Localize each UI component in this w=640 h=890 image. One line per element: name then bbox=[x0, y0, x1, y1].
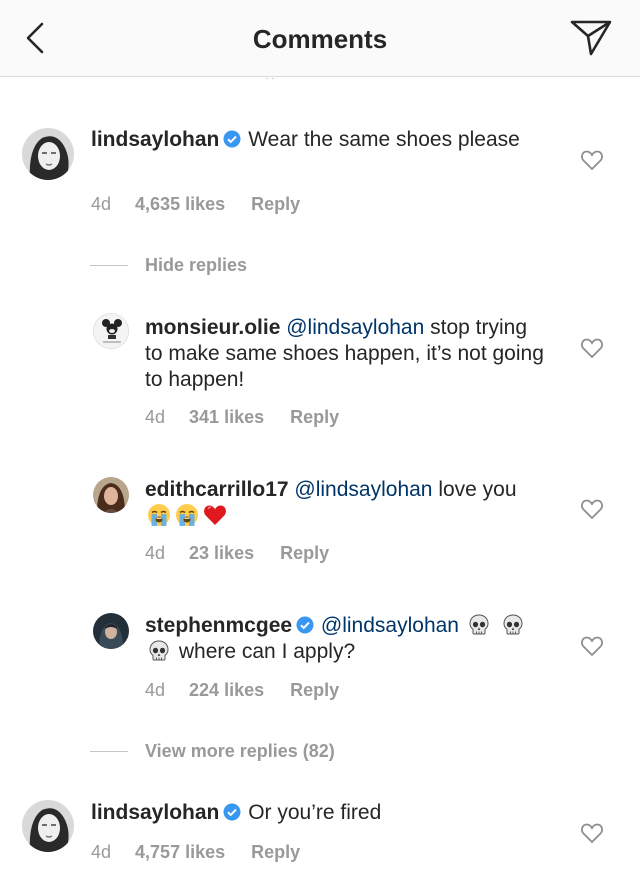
divider-line bbox=[90, 751, 128, 752]
comment-likes[interactable]: 4,757 likes bbox=[135, 842, 225, 862]
skull-emoji bbox=[469, 614, 489, 635]
loudly-crying-face-emoji bbox=[175, 503, 199, 527]
verified-badge-icon bbox=[223, 803, 241, 821]
verified-badge-icon bbox=[223, 130, 241, 148]
reply-username[interactable]: stephenmcgee bbox=[145, 614, 292, 637]
hide-replies-label[interactable]: Hide replies bbox=[145, 255, 247, 276]
comment-meta: 4d 4,757 likes Reply bbox=[91, 842, 300, 863]
divider-line bbox=[90, 265, 128, 266]
comment-time: 4d bbox=[91, 842, 112, 862]
reply-likes[interactable]: 224 likes bbox=[189, 680, 264, 700]
reply-time: 4d bbox=[145, 407, 166, 427]
reply-button[interactable]: Reply bbox=[251, 842, 300, 862]
reply-button[interactable]: Reply bbox=[290, 407, 339, 427]
mention-link[interactable]: @lindsaylohan bbox=[294, 478, 432, 501]
verified-badge-icon bbox=[296, 616, 314, 634]
avatar[interactable] bbox=[93, 313, 129, 349]
avatar[interactable] bbox=[93, 613, 129, 649]
avatar[interactable] bbox=[22, 800, 74, 852]
reply-username[interactable]: edithcarrillo17 bbox=[145, 478, 289, 501]
reply-username[interactable]: monsieur.olie bbox=[145, 316, 280, 339]
paper-plane-icon[interactable] bbox=[568, 18, 614, 58]
comment-likes[interactable]: 4,635 likes bbox=[135, 194, 225, 214]
comment-username[interactable]: lindsaylohan bbox=[91, 801, 219, 824]
reply-likes[interactable]: 23 likes bbox=[189, 543, 254, 563]
reply-meta: 4d 341 likes Reply bbox=[145, 407, 339, 428]
reply-likes[interactable]: 341 likes bbox=[189, 407, 264, 427]
comment-meta: 4d 4,635 likes Reply bbox=[91, 194, 300, 215]
reply-meta: 4d 23 likes Reply bbox=[145, 543, 329, 564]
reply-body: love you bbox=[432, 478, 517, 501]
comment-time: 4d bbox=[91, 194, 112, 214]
heart-outline-icon[interactable] bbox=[580, 149, 604, 171]
comment-username[interactable]: lindsaylohan bbox=[91, 128, 219, 151]
mention-link[interactable]: @lindsaylohan bbox=[286, 316, 424, 339]
reply-text: monsieur.olie @lindsaylohan stop trying … bbox=[145, 315, 545, 393]
reply-button[interactable]: Reply bbox=[290, 680, 339, 700]
avatar[interactable] bbox=[93, 477, 129, 513]
reply-meta: 4d 224 likes Reply bbox=[145, 680, 339, 701]
heart-outline-icon[interactable] bbox=[580, 337, 604, 359]
reply-time: 4d bbox=[145, 680, 166, 700]
comment-body: Wear the same shoes please bbox=[248, 128, 520, 151]
skull-emoji bbox=[149, 640, 169, 661]
skull-emoji bbox=[503, 614, 523, 635]
heart-outline-icon[interactable] bbox=[580, 498, 604, 520]
reply-text: edithcarrillo17 @lindsaylohan love you bbox=[145, 477, 545, 529]
reply-button[interactable]: Reply bbox=[280, 543, 329, 563]
red-heart-emoji bbox=[204, 505, 226, 525]
top-bar: Comments bbox=[0, 0, 640, 77]
comment-text: lindsaylohan Or you’re fired bbox=[91, 800, 541, 826]
comment-body: Or you’re fired bbox=[248, 801, 382, 824]
heart-outline-icon[interactable] bbox=[580, 822, 604, 844]
reply-button[interactable]: Reply bbox=[251, 194, 300, 214]
reply-time: 4d bbox=[145, 543, 166, 563]
page-title: Comments bbox=[252, 24, 388, 54]
comment-text: lindsaylohan Wear the same shoes please bbox=[91, 127, 541, 153]
reply-text: stephenmcgee @lindsaylohan where can I a… bbox=[145, 613, 545, 665]
avatar[interactable] bbox=[22, 128, 74, 180]
caption-overflow-fragment bbox=[266, 78, 274, 79]
loudly-crying-face-emoji bbox=[147, 503, 171, 527]
view-more-replies-label[interactable]: View more replies (82) bbox=[145, 741, 335, 762]
reply-body: where can I apply? bbox=[178, 640, 356, 663]
heart-outline-icon[interactable] bbox=[580, 635, 604, 657]
mention-link[interactable]: @lindsaylohan bbox=[321, 614, 459, 637]
